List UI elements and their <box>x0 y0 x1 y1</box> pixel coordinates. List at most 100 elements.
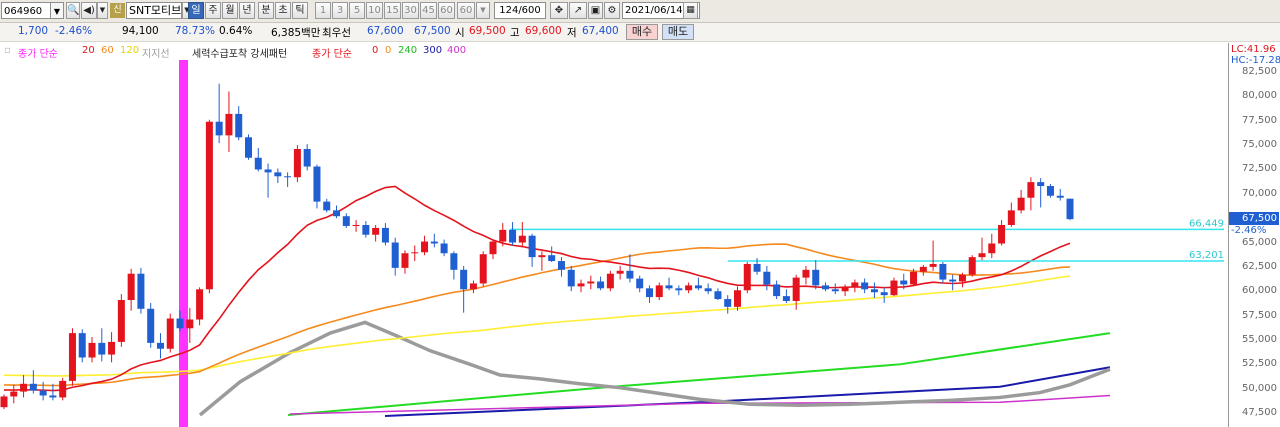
candle-body <box>538 255 546 258</box>
tab-period-week[interactable]: 주 <box>205 2 221 19</box>
price-axis[interactable]: LC:41.96 HC:-17.28 82,500 80,000 77,500 75,… <box>1228 43 1280 427</box>
candle-body <box>919 266 927 272</box>
buy-button[interactable]: 매수 <box>626 24 658 40</box>
candle-body <box>577 283 585 287</box>
speaker-icon[interactable]: ◀) <box>81 2 97 19</box>
candle-body <box>381 227 389 243</box>
candle-body <box>724 299 732 307</box>
interval-3[interactable]: 3 <box>332 2 348 19</box>
interval-60[interactable]: 60 <box>438 2 455 19</box>
candle-body <box>548 255 556 262</box>
tab-period-year[interactable]: 년 <box>239 2 255 19</box>
candle-body <box>597 281 605 289</box>
candle-body <box>528 235 536 258</box>
indicator-title[interactable]: 세력수급포착 강세패턴 <box>192 45 287 60</box>
indicator-ma-title[interactable]: 종가 단순 <box>312 45 352 60</box>
sell-button[interactable]: 매도 <box>662 24 694 40</box>
candle-body <box>958 274 966 282</box>
candle-body <box>274 172 282 177</box>
ma120-line <box>3 275 1071 377</box>
grey-indicator-line <box>198 320 1111 417</box>
candle-body <box>98 342 106 355</box>
candle-body <box>176 318 184 329</box>
candle-body <box>20 383 28 392</box>
candle-body <box>655 285 663 298</box>
candle-body <box>988 243 996 254</box>
interval-15[interactable]: 15 <box>384 2 401 19</box>
candle-body <box>694 285 702 289</box>
candle-body <box>949 279 957 282</box>
price-tick: 75,000 <box>1242 139 1277 151</box>
candle-body <box>342 216 350 226</box>
candle-body <box>1027 182 1035 198</box>
save-icon[interactable]: ▣ <box>588 2 603 19</box>
candle-body <box>1056 195 1064 198</box>
candle-body <box>59 380 67 398</box>
search-icon[interactable]: 🔍 <box>66 2 80 19</box>
ma-legend-20: 20 <box>82 45 95 56</box>
linetool-icon[interactable]: ↗ <box>569 2 587 19</box>
candle-body <box>567 269 575 287</box>
candle-body <box>616 270 624 274</box>
candle-body <box>557 261 565 270</box>
price-chart[interactable]: 66,449 63,201 <box>0 60 1226 427</box>
candle-body <box>68 333 76 381</box>
candle-body <box>137 273 145 309</box>
support-label[interactable]: 지지선 <box>142 45 170 60</box>
current-pct-label: -2.46% <box>1231 225 1267 237</box>
ma-legend-120: 120 <box>120 45 140 56</box>
candle-body <box>196 289 204 320</box>
candle-body <box>430 241 438 244</box>
tab-period-day[interactable]: 일 <box>188 2 204 19</box>
interval-10[interactable]: 10 <box>366 2 383 19</box>
tab-period-second[interactable]: 초 <box>275 2 291 19</box>
interval-5[interactable]: 5 <box>349 2 365 19</box>
candle-body <box>460 269 468 290</box>
candle-body <box>245 137 252 158</box>
bar-count-total: /600 <box>518 5 541 16</box>
candle-body <box>900 280 908 285</box>
candle-body <box>998 224 1006 244</box>
candle-body <box>802 269 810 278</box>
bar-count-field[interactable]: 124/600 <box>494 2 546 19</box>
high-label: 고 <box>510 27 520 39</box>
indicator-period-300: 300 <box>423 45 443 56</box>
price-tick: 70,000 <box>1242 187 1277 199</box>
candle-body <box>166 318 174 349</box>
ma-legend-title[interactable]: 종가 단순 <box>18 45 58 60</box>
stock-name-field[interactable]: SNT모티브 <box>126 2 182 19</box>
code-dropdown-icon[interactable]: ▼ <box>51 2 64 19</box>
interval-dropdown-icon[interactable]: ▼ <box>476 2 490 19</box>
interval-custom[interactable]: 60 <box>457 2 475 19</box>
candle-body <box>1046 186 1054 196</box>
legend-box-icon[interactable]: ▫ <box>4 45 11 56</box>
calendar-icon[interactable]: ▦ <box>683 2 698 19</box>
indicator-period-0b: 0 <box>385 45 392 56</box>
tab-period-minute[interactable]: 분 <box>258 2 274 19</box>
candle-body <box>127 273 135 301</box>
ma60-line <box>3 243 1071 387</box>
candle-body <box>714 291 722 300</box>
gear-icon[interactable]: ⚙ <box>604 2 620 19</box>
candle-body <box>626 270 634 279</box>
bar-count-value: 124 <box>499 5 519 16</box>
candle-body <box>929 263 937 267</box>
tab-period-tick[interactable]: 틱 <box>292 2 308 19</box>
interval-30[interactable]: 30 <box>402 2 419 19</box>
speaker-dropdown-icon[interactable]: ▼ <box>97 2 108 19</box>
candle-body <box>587 281 595 284</box>
candle-body <box>685 285 693 291</box>
crosshair-icon[interactable]: ✥ <box>550 2 568 19</box>
interval-1[interactable]: 1 <box>315 2 331 19</box>
ma-legend-60: 60 <box>101 45 114 56</box>
tab-period-month[interactable]: 월 <box>222 2 238 19</box>
price-tick: 55,000 <box>1242 333 1277 345</box>
interval-45[interactable]: 45 <box>420 2 437 19</box>
candle-body <box>1066 198 1074 220</box>
candle-body <box>78 333 86 358</box>
volume-value: 94,100 <box>122 25 159 37</box>
candle-body <box>401 253 409 268</box>
stock-code-input[interactable]: 064960 <box>1 2 51 19</box>
candle-body <box>284 176 292 178</box>
price-tick: 62,500 <box>1242 260 1277 272</box>
